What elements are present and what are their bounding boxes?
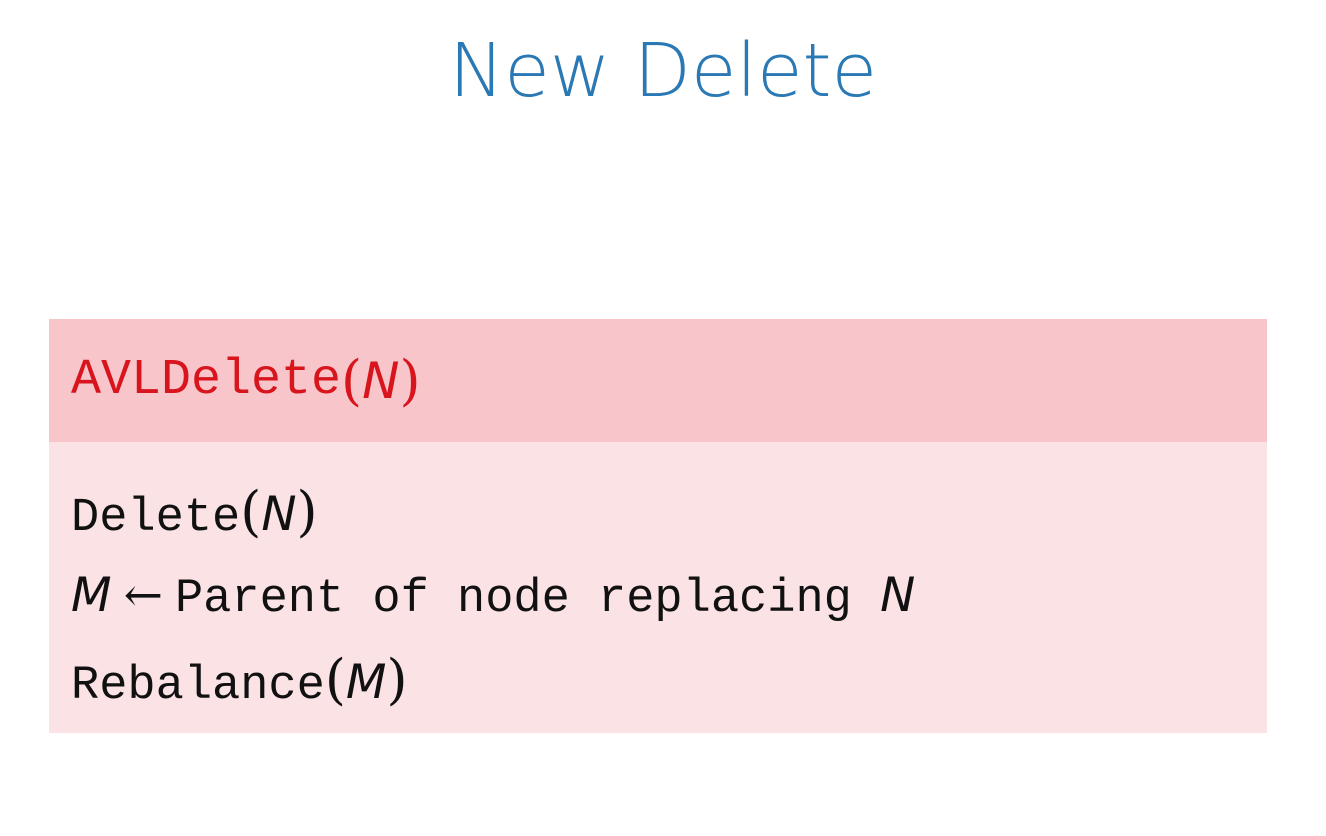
assign-arrow-icon: ←: [123, 568, 163, 623]
variable: N: [880, 568, 916, 623]
paren-close: ): [386, 648, 408, 711]
function-arg: N: [362, 351, 400, 410]
algorithm-header: AVLDelete(N): [49, 319, 1267, 442]
call-arg: M: [345, 655, 387, 710]
code-line-3: Rebalance(M): [71, 638, 1245, 722]
paren-open: (: [240, 480, 262, 543]
algorithm-block: AVLDelete(N) Delete(N) M ← Parent of node …: [49, 319, 1267, 733]
paren-close: ): [399, 349, 421, 412]
paren-open: (: [341, 349, 363, 412]
paren-open: (: [324, 648, 346, 711]
slide-title: New Delete: [448, 28, 878, 114]
code-line-2: M ← Parent of node replacing N: [71, 554, 1245, 638]
call-arg: N: [261, 487, 297, 542]
function-name: AVLDelete: [71, 352, 342, 409]
call-name: Rebalance: [71, 660, 325, 713]
algorithm-body: Delete(N) M ← Parent of node replacing N R…: [49, 442, 1267, 733]
paren-close: ): [296, 480, 318, 543]
assignment-text: Parent of node replacing: [174, 573, 881, 626]
variable: M: [71, 568, 112, 623]
code-line-1: Delete(N): [71, 470, 1245, 554]
call-name: Delete: [71, 492, 241, 545]
